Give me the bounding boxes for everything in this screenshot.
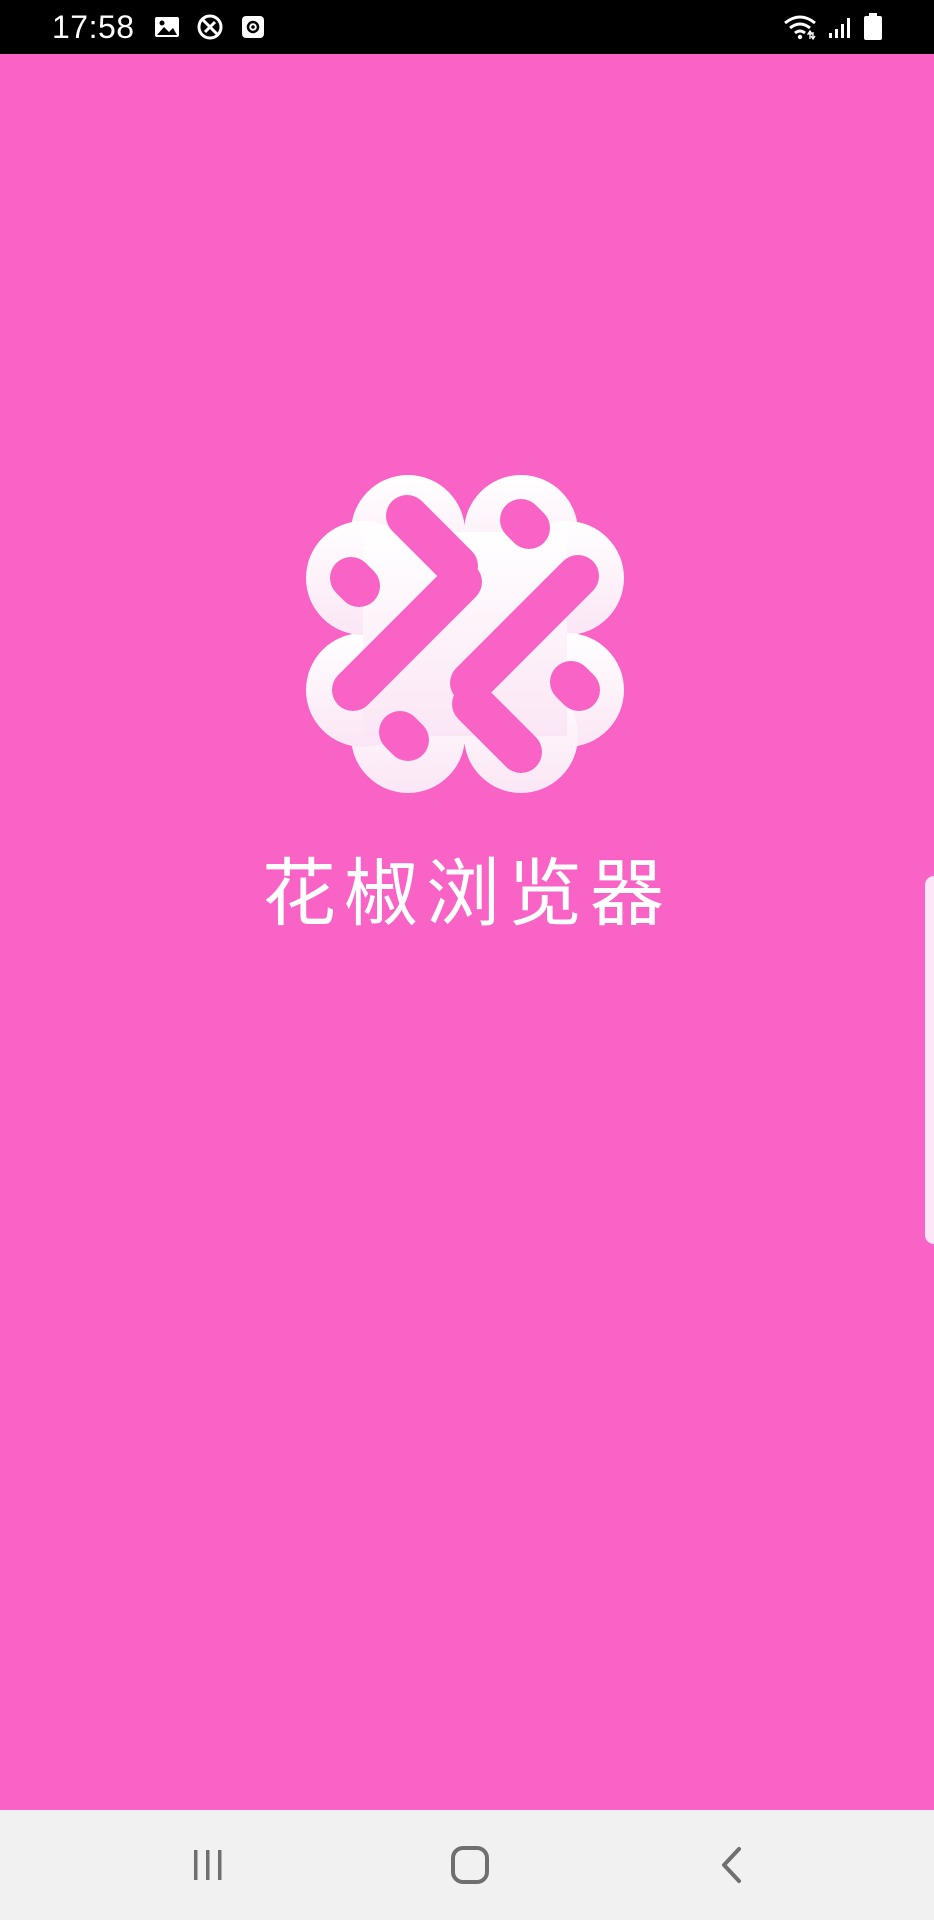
image-icon	[152, 12, 182, 42]
navigation-bar	[0, 1810, 934, 1920]
status-time: 17:58	[52, 9, 135, 45]
back-icon	[722, 1847, 741, 1883]
wifi-icon	[783, 12, 817, 42]
signal-icon	[826, 12, 856, 42]
screen-record-icon	[238, 12, 268, 42]
status-bar: 17:58	[0, 0, 934, 54]
flower-logo-icon	[303, 472, 627, 796]
blocked-icon	[195, 12, 225, 42]
recent-apps-icon	[194, 1850, 222, 1880]
battery-icon	[862, 12, 884, 42]
back-button[interactable]	[702, 1837, 762, 1893]
edge-panel-handle[interactable]	[925, 876, 934, 1244]
app-name: 花椒浏览器	[262, 851, 672, 937]
home-icon	[451, 1846, 489, 1884]
home-button[interactable]	[440, 1837, 500, 1893]
splash-screen: 花椒浏览器	[0, 54, 934, 1810]
recent-apps-button[interactable]	[178, 1837, 238, 1893]
